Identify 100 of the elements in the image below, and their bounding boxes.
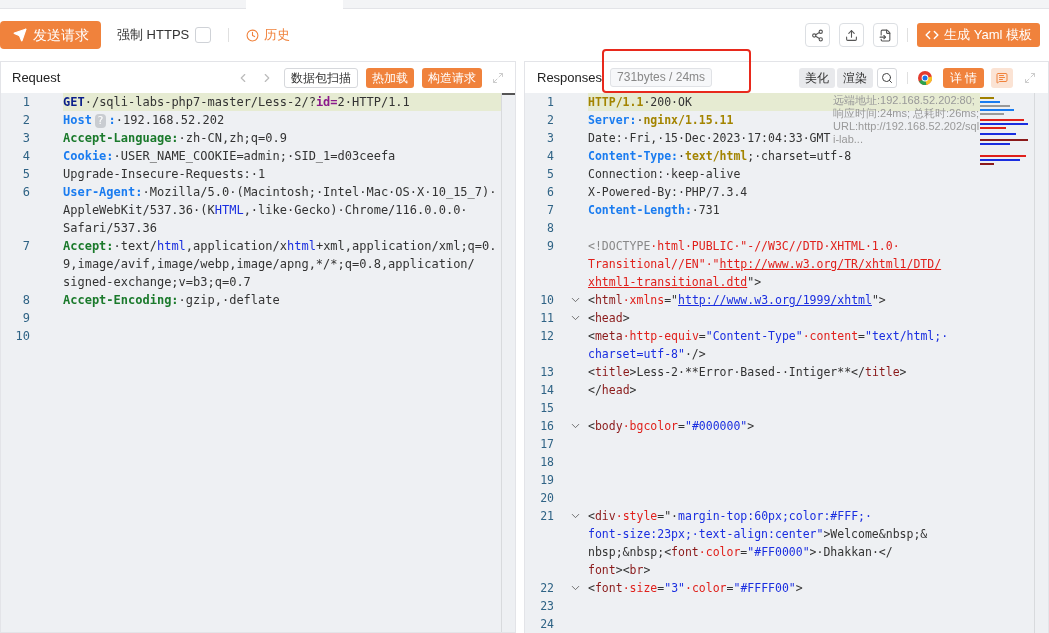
clock-icon [246, 28, 260, 42]
code-line: xhtml1-transitional.dtd"> [588, 275, 762, 289]
code-line: X-Powered-By:·PHP/7.3.4 [588, 185, 748, 199]
response-info-text: 远端地址:192.168.52.202:80; [833, 94, 976, 107]
line-number: 24 [539, 616, 555, 633]
line-number: 4 [546, 148, 555, 165]
code-line: font-size:23px;·text-align:center">Welcome&nbsp;& [588, 527, 928, 541]
code-line: Content-Length:·731 [588, 203, 720, 217]
comment-icon [996, 71, 1008, 84]
line-number: 19 [539, 472, 555, 489]
code-line: User-Agent:·Mozilla/5.0·(Macintosh;·Intel·Mac·OS·X·10_15_7)· [63, 185, 497, 199]
response-info-text: URL:http://192.168.52.202/sql [833, 120, 980, 133]
browser-icon[interactable] [917, 70, 932, 85]
code-line: Accept-Encoding:·gzip,·deflate [63, 293, 280, 307]
panel-title: Request [12, 68, 61, 87]
code-line: Accept-Language:·zh-CN,zh;q=0.9 [63, 131, 287, 145]
line-number: 9 [546, 238, 555, 255]
line-number: 17 [539, 436, 555, 453]
line-number: 4 [21, 148, 31, 165]
line-number: 5 [546, 166, 555, 183]
line-number: 10 [14, 328, 31, 345]
code-line: Accept:·text/html,application/xhtml+xml,application/xml;q=0. [63, 239, 497, 253]
code-line: Content-Type:·text/html;·charset=utf-8 [588, 149, 852, 163]
code-line: <body·bgcolor="#000000"> [588, 419, 755, 433]
response-info-text: 响应时间:24ms; 总耗时:26ms; [833, 107, 980, 120]
line-number: 6 [21, 184, 31, 201]
generate-yaml-button[interactable]: 生成 Yaml 模板 [917, 23, 1040, 47]
code-line: Safari/537.36 [63, 221, 157, 235]
response-info-text: i-lab... [833, 133, 864, 146]
code-line: AppleWebKit/537.36·(KHTML,·like·Gecko)·Chrome/116.0.0.0· [63, 203, 468, 217]
panel-button[interactable]: 渲染 [836, 67, 873, 88]
line-number: 20 [539, 490, 555, 507]
expand-icon[interactable] [492, 71, 504, 84]
code-line: <head> [588, 311, 630, 325]
line-number: 7 [21, 238, 31, 255]
line-number: 12 [539, 328, 555, 345]
line-number: 5 [21, 166, 31, 183]
send-icon [12, 28, 27, 42]
https-checkbox[interactable] [195, 27, 212, 43]
code-line: Upgrade-Insecure-Requests:·1 [63, 167, 266, 181]
search-button[interactable] [876, 67, 897, 88]
line-number: 3 [546, 130, 555, 147]
panel-button[interactable]: 热加载 [366, 67, 414, 88]
line-number: 15 [539, 400, 555, 417]
code-line: </head> [588, 383, 637, 397]
panel-title: Responses [537, 68, 603, 87]
comment-button[interactable] [991, 67, 1013, 88]
code-icon [925, 28, 940, 42]
panel-button[interactable]: 数据包扫描 [284, 67, 358, 88]
panel-button[interactable]: 构造请求 [422, 67, 482, 88]
line-number: 10 [539, 292, 555, 309]
force-https-label: 强制 HTTPS [117, 26, 190, 45]
code-line: <meta·http-equiv="Content-Type"·content="text/html;· [588, 329, 949, 343]
line-number: 9 [21, 310, 31, 327]
line-number: 8 [546, 220, 555, 237]
line-number: 6 [546, 184, 555, 201]
line-number: 13 [539, 364, 555, 381]
upload-icon [845, 28, 859, 42]
code-line: <title>Less-2·**Error·Based-·Intiger**</title> [588, 365, 907, 379]
line-number: 11 [539, 310, 555, 327]
code-line: <html·xmlns="http://www.w3.org/1999/xhtml"> [588, 293, 886, 307]
code-line: <!DOCTYPE·html·PUBLIC·"-//W3C//DTD·XHTML·1.0· [588, 239, 900, 253]
line-number: 1 [21, 94, 31, 111]
line-number: 8 [21, 292, 31, 309]
line-number: 14 [539, 382, 555, 399]
code-line: font><br> [588, 563, 651, 577]
code-line: Transitional//EN"·"http://www.w3.org/TR/xhtml1/DTD/ [588, 257, 942, 271]
code-line: GET·/sqli-labs-php7-master/Less-2/?id=2·HTTP/1.1 [63, 95, 410, 109]
code-line: HTTP/1.1·200·OK [588, 95, 692, 109]
code-line: signed-exchange;v=b3;q=0.7 [63, 275, 251, 289]
line-number: 1 [546, 94, 555, 111]
code-line: nbsp;&nbsp;<font·color="#FF0000">·Dhakkan·</ [588, 545, 893, 559]
line-number: 7 [546, 202, 555, 219]
code-line: <font·size="3"·color="#FFFF00"> [588, 581, 803, 595]
code-line: charset=utf-8"·/> [588, 347, 706, 361]
share-icon [811, 28, 825, 42]
code-line: Date:·Fri,·15·Dec·2023·17:04:33·GMT [588, 131, 831, 145]
history-button[interactable]: 历史 [246, 25, 291, 45]
code-line: Host ? :·192.168.52.202 [63, 113, 225, 127]
response-stats: 731bytes / 24ms [610, 68, 713, 87]
details-button[interactable]: 详 情 [942, 67, 984, 88]
line-number: 16 [539, 418, 555, 435]
send-request-button[interactable]: 发送请求 [0, 21, 101, 49]
line-number: 18 [539, 454, 555, 471]
line-number: 2 [21, 112, 31, 129]
code-line: 9,image/avif,image/webp,image/apng,*/*;q=0.8,application/ [63, 257, 475, 271]
import-button[interactable] [873, 23, 899, 47]
expand-icon[interactable] [1024, 71, 1036, 84]
line-number: 21 [539, 508, 555, 525]
code-line: Server:·nginx/1.15.11 [588, 113, 734, 127]
panel-button[interactable]: 美化 [798, 67, 835, 88]
import-icon [879, 28, 893, 42]
code-line: <div·style="·margin-top:60px;color:#FFF;· [588, 509, 872, 523]
upload-button[interactable] [839, 23, 865, 47]
line-number: 23 [539, 598, 555, 615]
share-button[interactable] [805, 23, 831, 47]
code-line: Connection:·keep-alive [588, 167, 741, 181]
code-line: Cookie:·USER_NAME_COOKIE=admin;·SID_1=d03ceefa [63, 149, 396, 163]
line-number: 22 [539, 580, 555, 597]
line-number: 2 [546, 112, 555, 129]
